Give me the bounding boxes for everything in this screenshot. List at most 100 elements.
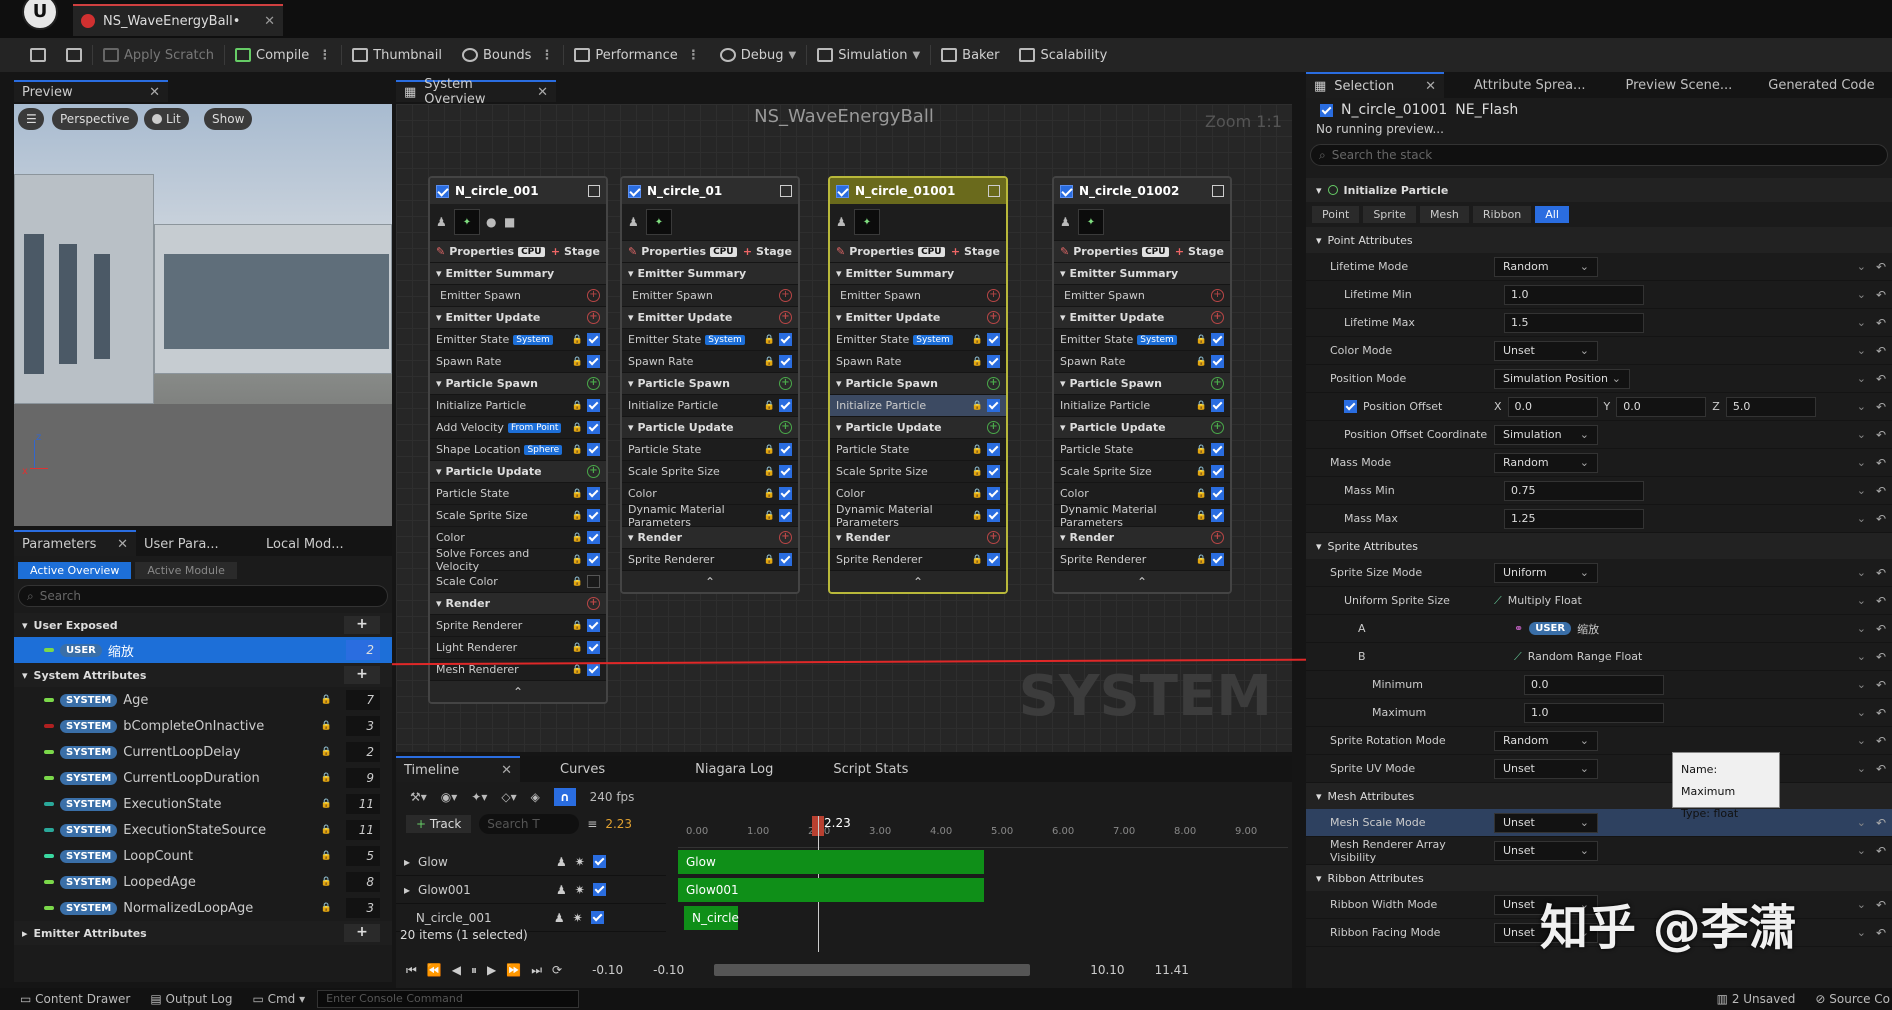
- tab-user-parameters[interactable]: User Para...: [136, 530, 258, 556]
- reset-icon[interactable]: ↶: [1876, 372, 1886, 386]
- chevron-down-icon[interactable]: ⌄: [1857, 594, 1866, 607]
- system-attribute-row[interactable]: SYSTEM LoopCount 🔒 5: [14, 843, 392, 869]
- value-dropdown[interactable]: Random: [1494, 256, 1598, 277]
- chevron-down-icon[interactable]: ⌄: [1857, 816, 1866, 829]
- attribute-row[interactable]: Position Mode Simulation Position ⌄ ↶: [1306, 365, 1892, 393]
- add-system-parameter-button[interactable]: +: [344, 666, 380, 684]
- reset-icon[interactable]: ↶: [1876, 288, 1886, 302]
- system-attribute-row[interactable]: SYSTEM CurrentLoopDelay 🔒 2: [14, 739, 392, 765]
- attribute-row[interactable]: Lifetime Max 1.5 ⌄ ↶: [1306, 309, 1892, 337]
- attribute-row[interactable]: Color Mode Unset ⌄ ↶: [1306, 337, 1892, 365]
- reset-icon[interactable]: ↶: [1876, 400, 1886, 414]
- attribute-row[interactable]: Position Offset X 0.0 Y 0.0 Z 5.0 ⌄ ↶: [1306, 393, 1892, 421]
- view-end[interactable]: 11.41: [1155, 963, 1189, 977]
- auto-key-icon[interactable]: ◈: [531, 790, 540, 804]
- reset-icon[interactable]: ↶: [1876, 650, 1886, 664]
- close-icon[interactable]: ✕: [117, 537, 128, 552]
- timeline-scrollbar[interactable]: [714, 964, 1031, 976]
- x-input[interactable]: 0.0: [1507, 396, 1598, 417]
- reset-icon[interactable]: ↶: [1876, 706, 1886, 720]
- fps-dropdown[interactable]: 240 fps: [590, 790, 635, 804]
- output-log-button[interactable]: ▤ Output Log: [130, 992, 232, 1006]
- chevron-down-icon[interactable]: ⌄: [1857, 678, 1866, 691]
- position-offset-checkbox[interactable]: [1344, 400, 1357, 414]
- value-dropdown[interactable]: Simulation Position: [1494, 368, 1630, 389]
- attribute-section[interactable]: ▾ Sprite Attributes: [1306, 533, 1892, 559]
- value-dropdown[interactable]: Random: [1494, 730, 1598, 751]
- reset-icon[interactable]: ↶: [1876, 594, 1886, 608]
- emitter-attributes-section[interactable]: ▸ Emitter Attributes +: [14, 921, 392, 945]
- snap-settings-icon[interactable]: ✦▾: [471, 790, 487, 804]
- system-attribute-row[interactable]: SYSTEM NormalizedLoopAge 🔒 3: [14, 895, 392, 921]
- filter-point[interactable]: Point: [1312, 206, 1360, 223]
- console-input[interactable]: Enter Console Command: [317, 990, 580, 1008]
- track-bar-ncircle[interactable]: N_circle: [684, 906, 739, 930]
- time-ruler[interactable]: 0.001.002.003.004.005.006.007.008.009.00: [678, 812, 1288, 848]
- attribute-row[interactable]: B ⟋ Random Range Float ⌄ ↶: [1306, 643, 1892, 671]
- attribute-row[interactable]: A ⚭ USER 缩放 ⌄ ↶: [1306, 615, 1892, 643]
- timeline-track-row[interactable]: ▸ Glow ♟ ✷: [396, 848, 666, 876]
- play-icon[interactable]: ▶: [487, 963, 496, 977]
- value-dropdown[interactable]: Unset: [1494, 340, 1598, 361]
- tab-generated-code[interactable]: Generated Code: [1732, 78, 1874, 93]
- close-icon[interactable]: ✕: [1425, 79, 1436, 94]
- attribute-row[interactable]: Sprite Size Mode Uniform ⌄ ↶: [1306, 559, 1892, 587]
- tab-niagara-log[interactable]: Niagara Log: [625, 762, 773, 777]
- attribute-row[interactable]: Mesh Renderer Array Visibility Unset ⌄ ↶: [1306, 837, 1892, 865]
- attribute-row[interactable]: Sprite Rotation Mode Random ⌄ ↶: [1306, 727, 1892, 755]
- chevron-down-icon[interactable]: ⌄: [1857, 484, 1866, 497]
- value-dropdown[interactable]: Unset: [1494, 758, 1598, 779]
- active-overview-button[interactable]: Active Overview: [18, 562, 132, 579]
- active-module-button[interactable]: Active Module: [135, 562, 237, 579]
- chevron-down-icon[interactable]: ⌄: [1857, 456, 1866, 469]
- filter-icon[interactable]: ≡: [587, 817, 597, 831]
- z-input[interactable]: 5.0: [1725, 396, 1816, 417]
- filter-mesh[interactable]: Mesh: [1419, 206, 1469, 223]
- tab-preview-scene[interactable]: Preview Scene...: [1585, 78, 1732, 93]
- chevron-down-icon[interactable]: ⌄: [1857, 734, 1866, 747]
- user-exposed-section[interactable]: ▾ User Exposed +: [14, 613, 392, 637]
- reset-icon[interactable]: ↶: [1876, 456, 1886, 470]
- working-end[interactable]: 10.10: [1090, 963, 1124, 977]
- attribute-row[interactable]: Mesh Scale Mode Unset ⌄ ↶: [1306, 809, 1892, 837]
- pause-icon[interactable]: ⏸: [471, 963, 477, 978]
- value-dropdown[interactable]: Uniform: [1494, 562, 1598, 583]
- emitter-enabled-checkbox[interactable]: [1320, 103, 1333, 117]
- chevron-down-icon[interactable]: ⌄: [1857, 650, 1866, 663]
- track-bar-glow[interactable]: Glow: [678, 850, 984, 874]
- tab-parameters[interactable]: Parameters ✕: [14, 530, 136, 556]
- attribute-section[interactable]: ▾ Mesh Attributes: [1306, 783, 1892, 809]
- skip-end-icon[interactable]: ⏭: [531, 963, 542, 978]
- reset-icon[interactable]: ↶: [1876, 344, 1886, 358]
- attribute-row[interactable]: Mass Max 1.25 ⌄ ↶: [1306, 505, 1892, 533]
- add-track-button[interactable]: + Track: [406, 815, 472, 833]
- reset-icon[interactable]: ↶: [1876, 762, 1886, 776]
- tab-local-modules[interactable]: Local Mod...: [258, 530, 380, 556]
- add-emitter-parameter-button[interactable]: +: [344, 924, 380, 942]
- chevron-down-icon[interactable]: ⌄: [1857, 512, 1866, 525]
- timeline-track-row[interactable]: ▸ Glow001 ♟ ✷: [396, 876, 666, 904]
- value-dropdown[interactable]: Unset: [1494, 840, 1598, 861]
- system-attribute-row[interactable]: SYSTEM bCompleteOnInactive 🔒 3: [14, 713, 392, 739]
- close-icon[interactable]: ✕: [501, 763, 512, 778]
- system-attribute-row[interactable]: SYSTEM ExecutionStateSource 🔒 11: [14, 817, 392, 843]
- chevron-down-icon[interactable]: ⌄: [1857, 844, 1866, 857]
- attribute-row[interactable]: Mass Mode Random ⌄ ↶: [1306, 449, 1892, 477]
- track-enabled-checkbox[interactable]: [592, 855, 606, 868]
- reset-icon[interactable]: ↶: [1876, 678, 1886, 692]
- attribute-row[interactable]: Position Offset Coordinate Simulation ⌄ ↶: [1306, 421, 1892, 449]
- track-enabled-checkbox[interactable]: [592, 883, 606, 896]
- chevron-down-icon[interactable]: ⌄: [1857, 566, 1866, 579]
- attribute-row[interactable]: Sprite UV Mode Unset ⌄ ↶: [1306, 755, 1892, 783]
- source-control-button[interactable]: ⊘ Source Co: [1795, 992, 1892, 1006]
- reset-icon[interactable]: ↶: [1876, 428, 1886, 442]
- linked-parameter-name[interactable]: 缩放: [1577, 621, 1599, 637]
- eye-icon[interactable]: ◉▾: [441, 790, 458, 804]
- attribute-row[interactable]: Uniform Sprite Size ⟋ Multiply Float ⌄ ↶: [1306, 587, 1892, 615]
- chevron-down-icon[interactable]: ⌄: [1857, 898, 1866, 911]
- initialize-particle-module[interactable]: ▾ Initialize Particle: [1306, 178, 1892, 202]
- value-input[interactable]: 0.0: [1524, 674, 1664, 695]
- chevron-down-icon[interactable]: ⌄: [1857, 926, 1866, 939]
- reset-icon[interactable]: ↶: [1876, 844, 1886, 858]
- reset-icon[interactable]: ↶: [1876, 734, 1886, 748]
